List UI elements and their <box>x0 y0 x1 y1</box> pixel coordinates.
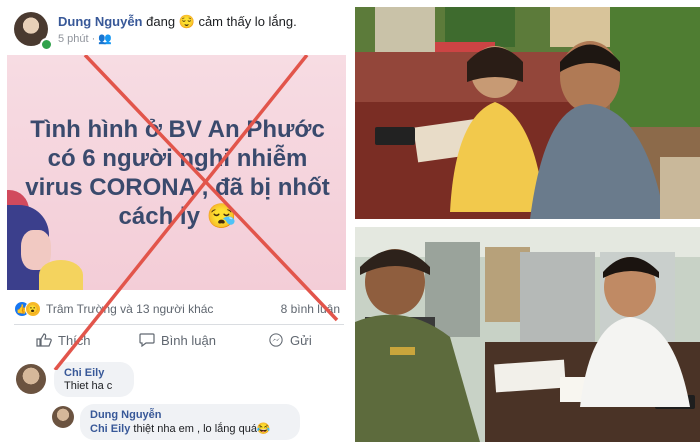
reply-author-name[interactable]: Dung Nguyễn <box>90 409 290 421</box>
commenter-name[interactable]: Chi Eily <box>64 367 124 379</box>
feeling-text: đang 😌 cảm thấy lo lắng. <box>146 14 297 29</box>
reply-mention[interactable]: Chi Eily <box>90 423 130 435</box>
commenter-avatar[interactable] <box>16 364 46 394</box>
like-button[interactable]: Thích <box>36 333 91 348</box>
author-name[interactable]: Dung Nguyễn <box>58 14 143 29</box>
post-header: Dung Nguyễn đang 😌 cảm thấy lo lắng. 5 p… <box>14 12 344 51</box>
comment-icon <box>139 333 155 347</box>
photo-top-office <box>355 7 700 219</box>
decoration-shape <box>39 260 83 290</box>
post-actions: Thích Bình luận Gửi <box>14 330 344 354</box>
reply-avatar[interactable] <box>52 406 74 428</box>
facebook-post-screenshot: Dung Nguyễn đang 😌 cảm thấy lo lắng. 5 p… <box>0 0 352 445</box>
comment-button[interactable]: Bình luận <box>139 333 216 348</box>
comments-count[interactable]: 8 bình luận <box>281 302 340 316</box>
wow-reaction-icon: 😮 <box>25 301 41 317</box>
post-background-card: Tình hình ở BV An Phước có 6 người nghi … <box>7 55 346 290</box>
reactions-bar: 👍 😮 Trâm Trường và 13 người khác 8 bình … <box>14 300 344 318</box>
office-photo-illustration <box>355 7 700 219</box>
thumbs-up-icon <box>36 333 52 347</box>
like-label: Thích <box>58 333 91 348</box>
online-status-dot <box>40 38 53 51</box>
reply-bubble: Dung Nguyễn Chi Eily thiệt nha em , lo l… <box>80 404 300 440</box>
interview-photo-illustration <box>355 227 700 442</box>
messenger-icon <box>269 333 283 347</box>
reaction-icons[interactable]: 👍 😮 <box>14 301 44 317</box>
comment-bubble: Chi Eily Thiet ha c <box>54 362 134 397</box>
send-button[interactable]: Gửi <box>268 333 312 348</box>
send-label: Gửi <box>290 333 312 348</box>
reply-text: thiệt nha em , lo lắng quá😂 <box>133 423 271 435</box>
reactions-summary[interactable]: Trâm Trường và 13 người khác <box>46 302 213 316</box>
divider <box>14 324 344 325</box>
post-timestamp[interactable]: 5 phút · 👥 <box>58 32 112 45</box>
news-photos <box>355 0 700 445</box>
comment-text: Thiet ha c <box>64 380 113 392</box>
author-line: Dung Nguyễn đang 😌 cảm thấy lo lắng. <box>58 14 297 30</box>
comment-label: Bình luận <box>161 333 216 348</box>
photo-bottom-interview <box>355 227 700 442</box>
post-text: Tình hình ở BV An Phước có 6 người nghi … <box>25 116 330 230</box>
